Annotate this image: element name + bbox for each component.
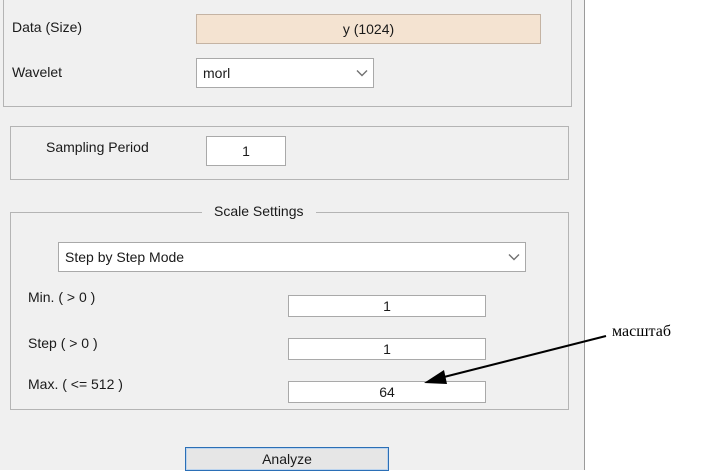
sampling-period-value: 1 [242, 143, 250, 159]
min-value: 1 [383, 298, 391, 314]
wavelet-settings-panel: Data (Size) y (1024) Wavelet morl Sampli… [0, 0, 585, 471]
max-label: Max. ( <= 512 ) [28, 376, 123, 392]
step-label: Step ( > 0 ) [28, 335, 98, 351]
data-size-display: y (1024) [196, 14, 541, 44]
wavelet-label: Wavelet [12, 64, 63, 80]
min-input[interactable]: 1 [288, 295, 486, 317]
step-value: 1 [383, 341, 391, 357]
step-input[interactable]: 1 [288, 338, 486, 360]
scale-mode-value: Step by Step Mode [65, 249, 185, 265]
scale-settings-title: Scale Settings [202, 203, 316, 219]
sampling-period-input[interactable]: 1 [206, 136, 286, 166]
max-value: 64 [379, 384, 395, 400]
wavelet-value: morl [203, 65, 231, 81]
panel-right-edge [584, 0, 585, 470]
data-size-label: Data (Size) [12, 19, 83, 35]
max-input[interactable]: 64 [288, 381, 486, 403]
chevron-down-icon[interactable] [351, 59, 373, 87]
chevron-down-icon[interactable] [503, 243, 525, 271]
min-label: Min. ( > 0 ) [28, 289, 96, 305]
sampling-period-label: Sampling Period [46, 139, 149, 155]
analyze-button-label: Analyze [262, 451, 312, 467]
scale-annotation-label: масштаб [612, 323, 671, 340]
data-size-value: y (1024) [342, 21, 395, 37]
wavelet-select[interactable]: morl [196, 58, 374, 88]
analyze-button[interactable]: Analyze [185, 447, 389, 471]
scale-mode-select[interactable]: Step by Step Mode [58, 242, 526, 272]
